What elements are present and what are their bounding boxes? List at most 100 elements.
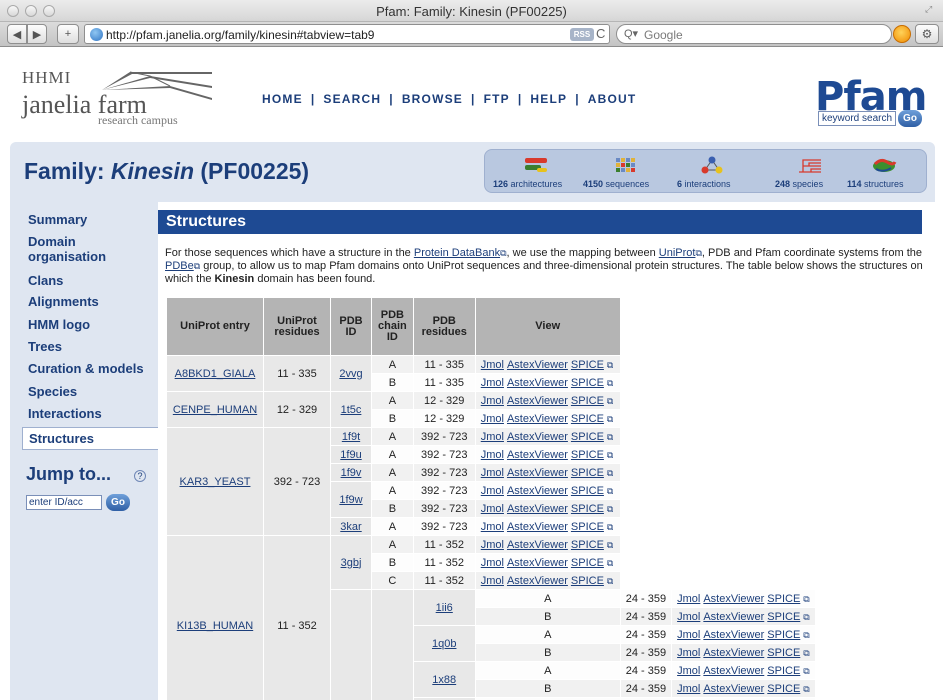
sidebar-item-structures[interactable]: Structures: [22, 427, 158, 450]
spice-link[interactable]: SPICE: [571, 539, 604, 551]
jmol-link[interactable]: Jmol: [481, 557, 504, 569]
astexviewer-link[interactable]: AstexViewer: [507, 377, 568, 389]
astexviewer-link[interactable]: AstexViewer: [507, 575, 568, 587]
pdb-id-link[interactable]: 3gbj: [341, 557, 362, 569]
jmol-link[interactable]: Jmol: [677, 611, 700, 623]
astexviewer-link[interactable]: AstexViewer: [507, 449, 568, 461]
jump-to-input[interactable]: enter ID/acc: [26, 495, 102, 510]
reload-icon[interactable]: C: [596, 26, 605, 41]
back-button[interactable]: ◀: [7, 24, 27, 44]
jmol-link[interactable]: Jmol: [481, 413, 504, 425]
add-bookmark-button[interactable]: +: [57, 24, 79, 44]
astexviewer-link[interactable]: AstexViewer: [507, 395, 568, 407]
pdb-id-link[interactable]: 1ii6: [436, 602, 453, 614]
jmol-link[interactable]: Jmol: [481, 503, 504, 515]
astexviewer-link[interactable]: AstexViewer: [703, 647, 764, 659]
sidebar-item-trees[interactable]: Trees: [28, 339, 62, 354]
address-bar[interactable]: http://pfam.janelia.org/family/kinesin#t…: [84, 24, 610, 44]
spice-link[interactable]: SPICE: [767, 665, 800, 677]
nav-about[interactable]: ABOUT: [588, 92, 637, 106]
pdb-id-link[interactable]: 1f9w: [339, 494, 362, 506]
settings-gear-icon[interactable]: ⚙: [915, 24, 939, 44]
jmol-link[interactable]: Jmol: [677, 647, 700, 659]
keyword-search-input[interactable]: keyword search: [818, 111, 896, 126]
pdb-id-link[interactable]: 1q0b: [432, 638, 456, 650]
astexviewer-link[interactable]: AstexViewer: [703, 593, 764, 605]
nav-ftp[interactable]: FTP: [484, 92, 510, 106]
spice-link[interactable]: SPICE: [767, 593, 800, 605]
nav-home[interactable]: HOME: [262, 92, 303, 106]
astexviewer-link[interactable]: AstexViewer: [703, 629, 764, 641]
protein-databank-link[interactable]: Protein DataBank: [414, 247, 500, 259]
uniprot-entry-link[interactable]: KI13B_HUMAN: [177, 620, 253, 632]
forward-button[interactable]: ▶: [27, 24, 47, 44]
spice-link[interactable]: SPICE: [571, 449, 604, 461]
stat-interactions[interactable]: 6 interactions: [677, 150, 753, 194]
jmol-link[interactable]: Jmol: [481, 449, 504, 461]
astexviewer-link[interactable]: AstexViewer: [507, 539, 568, 551]
sidebar-item-hmm-logo[interactable]: HMM logo: [28, 317, 90, 332]
stat-sequences[interactable]: 4150 sequences: [583, 150, 667, 194]
jmol-link[interactable]: Jmol: [677, 665, 700, 677]
jmol-link[interactable]: Jmol: [481, 359, 504, 371]
jmol-link[interactable]: Jmol: [481, 575, 504, 587]
spice-link[interactable]: SPICE: [767, 629, 800, 641]
uniprot-entry-link[interactable]: A8BKD1_GIALA: [175, 368, 256, 380]
jmol-link[interactable]: Jmol: [481, 521, 504, 533]
pdb-id-link[interactable]: 1f9v: [341, 467, 362, 479]
spice-link[interactable]: SPICE: [571, 431, 604, 443]
sidebar-item-summary[interactable]: Summary: [28, 212, 87, 227]
nav-search[interactable]: SEARCH: [323, 92, 381, 106]
uniprot-entry-link[interactable]: CENPE_HUMAN: [173, 404, 257, 416]
rss-icon[interactable]: RSS: [570, 28, 594, 41]
keyword-search-go-button[interactable]: Go: [898, 110, 922, 127]
nav-browse[interactable]: BROWSE: [402, 92, 463, 106]
spice-link[interactable]: SPICE: [767, 683, 800, 695]
astexviewer-link[interactable]: AstexViewer: [507, 521, 568, 533]
spice-link[interactable]: SPICE: [571, 557, 604, 569]
pdb-id-link[interactable]: 1x88: [432, 674, 456, 686]
spice-link[interactable]: SPICE: [571, 521, 604, 533]
jmol-link[interactable]: Jmol: [481, 431, 504, 443]
stat-structures[interactable]: 114 structures: [847, 150, 923, 194]
sidebar-item-alignments[interactable]: Alignments: [28, 294, 99, 309]
astexviewer-link[interactable]: AstexViewer: [703, 683, 764, 695]
spice-link[interactable]: SPICE: [571, 485, 604, 497]
spice-link[interactable]: SPICE: [571, 395, 604, 407]
jmol-link[interactable]: Jmol: [677, 593, 700, 605]
jmol-link[interactable]: Jmol: [481, 485, 504, 497]
jump-to-go-button[interactable]: Go: [106, 494, 130, 511]
sidebar-item-interactions[interactable]: Interactions: [28, 406, 102, 421]
url-text[interactable]: http://pfam.janelia.org/family/kinesin#t…: [106, 28, 374, 42]
pdb-id-link[interactable]: 1f9u: [340, 449, 361, 461]
uniprot-link[interactable]: UniProt: [659, 247, 696, 259]
astexviewer-link[interactable]: AstexViewer: [507, 467, 568, 479]
jmol-link[interactable]: Jmol: [481, 377, 504, 389]
astexviewer-link[interactable]: AstexViewer: [507, 359, 568, 371]
spice-link[interactable]: SPICE: [571, 359, 604, 371]
astexviewer-link[interactable]: AstexViewer: [507, 503, 568, 515]
stat-species[interactable]: 248 species: [775, 150, 839, 194]
uniprot-entry-link[interactable]: KAR3_YEAST: [180, 476, 251, 488]
jmol-link[interactable]: Jmol: [481, 467, 504, 479]
hhmi-logo-text[interactable]: HHMI: [22, 68, 71, 88]
spice-link[interactable]: SPICE: [571, 503, 604, 515]
sidebar-item-curation-models[interactable]: Curation & models: [28, 361, 144, 376]
spice-link[interactable]: SPICE: [571, 467, 604, 479]
pdb-id-link[interactable]: 1f9t: [342, 431, 360, 443]
astexviewer-link[interactable]: AstexViewer: [703, 665, 764, 677]
help-icon[interactable]: ?: [134, 470, 146, 482]
jmol-link[interactable]: Jmol: [677, 683, 700, 695]
astexviewer-link[interactable]: AstexViewer: [507, 485, 568, 497]
spice-link[interactable]: SPICE: [767, 647, 800, 659]
jmol-link[interactable]: Jmol: [481, 539, 504, 551]
pdbe-link[interactable]: PDBe: [165, 260, 194, 272]
stat-architectures[interactable]: 126 architectures: [493, 150, 581, 194]
sidebar-item-clans[interactable]: Clans: [28, 273, 63, 288]
jmol-link[interactable]: Jmol: [481, 395, 504, 407]
spice-link[interactable]: SPICE: [571, 575, 604, 587]
pdb-id-link[interactable]: 2vvg: [339, 368, 362, 380]
spice-link[interactable]: SPICE: [571, 377, 604, 389]
astexviewer-link[interactable]: AstexViewer: [507, 431, 568, 443]
sidebar-item-domain-organisation[interactable]: Domain organisation: [28, 234, 148, 264]
